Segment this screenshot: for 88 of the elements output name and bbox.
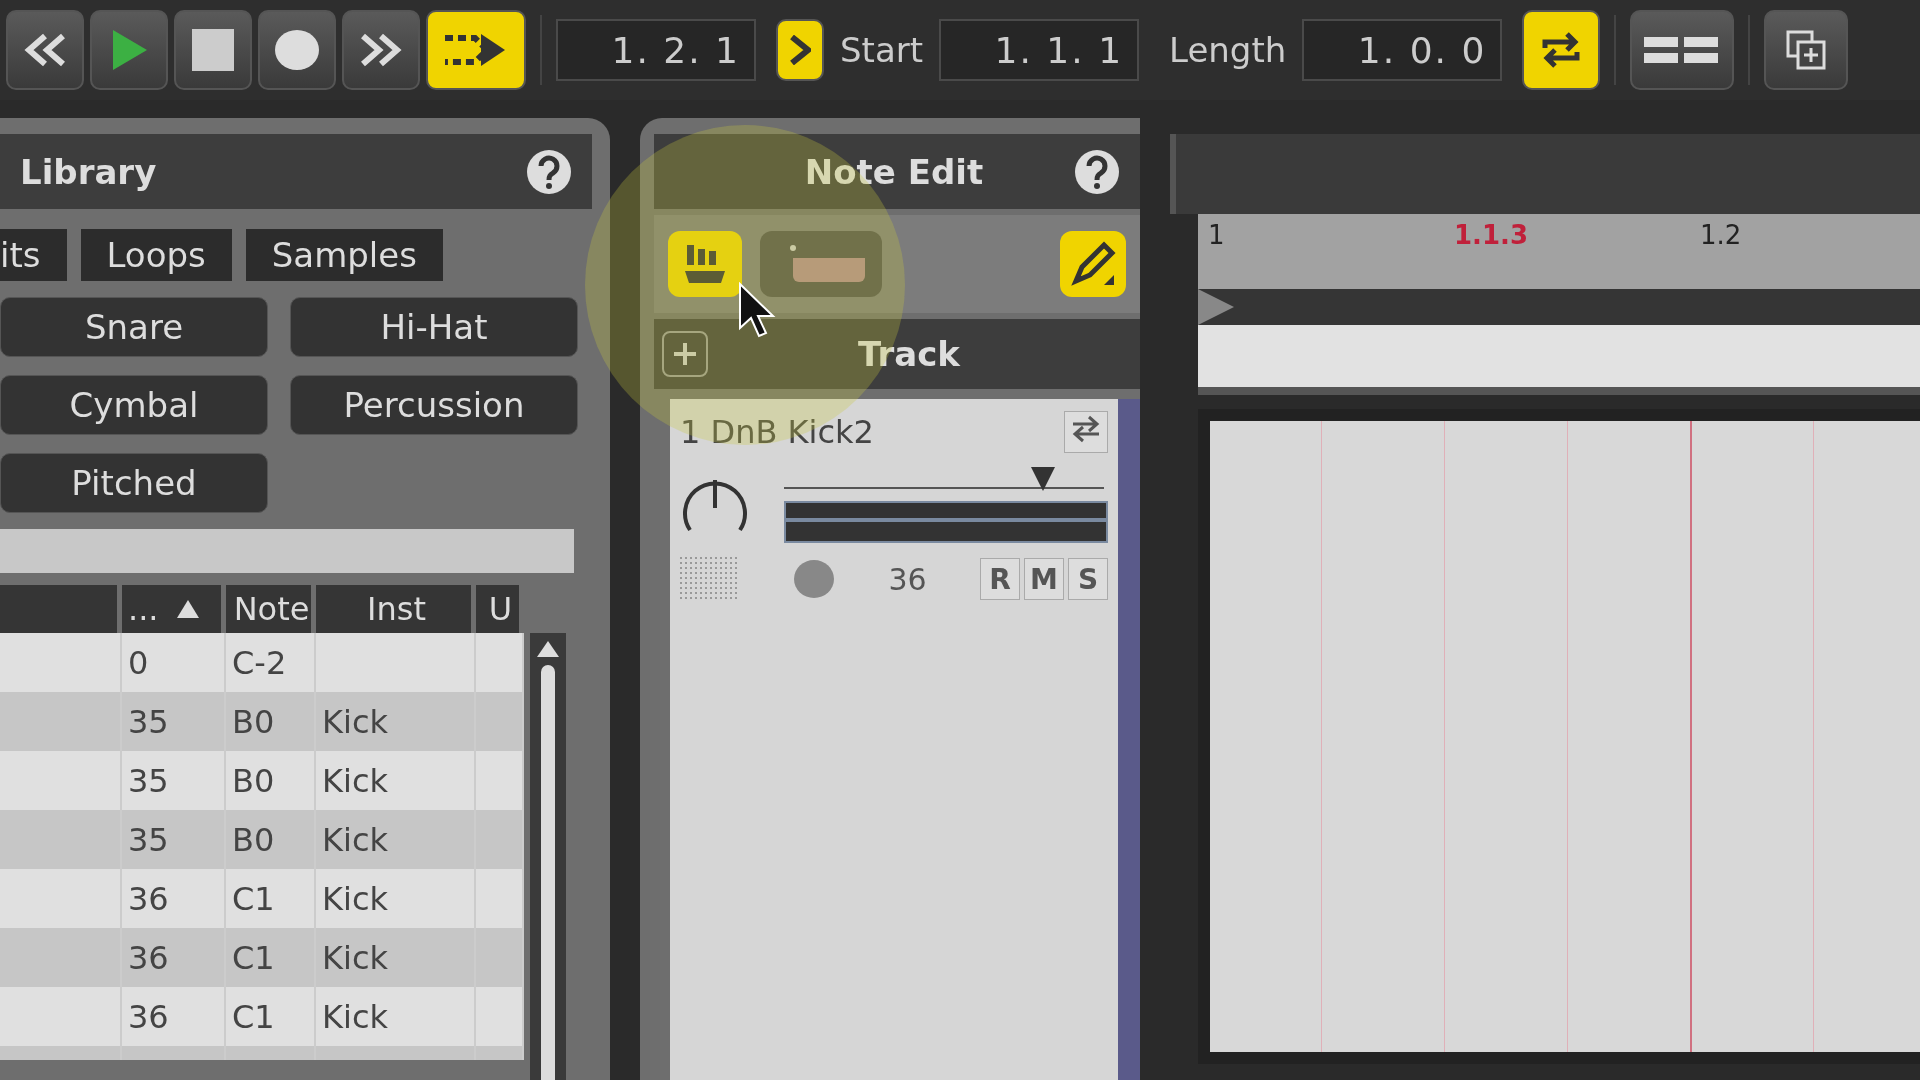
table-cell: B0 <box>226 810 316 869</box>
track-toggle-button[interactable]: R <box>980 558 1020 600</box>
library-tab[interactable]: Loops <box>80 229 232 281</box>
marker-lane[interactable] <box>1198 325 1920 395</box>
add-window-icon <box>1786 30 1827 70</box>
position-field[interactable]: 1. 2. 1 <box>556 19 756 81</box>
pencil-tool-button[interactable] <box>1060 231 1126 297</box>
loop-bar[interactable] <box>1198 289 1920 325</box>
loop-button[interactable] <box>1522 10 1601 90</box>
drum-pads-icon <box>683 243 727 285</box>
note-number: 36 <box>888 561 927 597</box>
follow-button[interactable] <box>426 10 526 90</box>
table-cell <box>476 751 524 810</box>
table-cell: 36 <box>122 928 226 987</box>
volume-slider[interactable] <box>784 467 1104 489</box>
category-button[interactable]: Hi-Hat <box>290 297 578 357</box>
table-cell <box>476 928 524 987</box>
note-edit-title: Note Edit <box>804 151 984 192</box>
ruler-label: 1.1.3 <box>1454 220 1529 250</box>
length-field[interactable]: 1. 0. 0 <box>1302 19 1503 81</box>
stop-button[interactable] <box>174 10 252 90</box>
table-cell: B0 <box>226 751 316 810</box>
start-field[interactable]: 1. 1. 1 <box>939 19 1140 81</box>
table-cell: Kick <box>316 928 476 987</box>
table-cell <box>476 810 524 869</box>
record-button[interactable] <box>258 10 336 90</box>
ruler-label: 1 <box>1208 220 1225 250</box>
track-name: 1 DnB Kick2 <box>680 413 874 451</box>
table-cell: 35 <box>122 751 226 810</box>
track-toggle-button[interactable]: S <box>1068 558 1108 600</box>
table-cell: C1 <box>226 869 316 928</box>
cursor-icon <box>738 282 776 338</box>
table-cell: Kick <box>316 810 476 869</box>
add-track-button[interactable] <box>662 331 708 377</box>
swap-icon <box>1071 413 1101 444</box>
table-cell: C1 <box>226 987 316 1046</box>
stop-icon <box>192 29 234 71</box>
pencil-icon <box>1070 241 1116 287</box>
table-cell: 35 <box>122 692 226 751</box>
fast-forward-icon <box>359 32 403 68</box>
category-button[interactable]: Snare <box>0 297 268 357</box>
table-cell <box>476 692 524 751</box>
timeline-ruler[interactable]: 1 1.1.3 1.2 <box>1198 214 1920 289</box>
help-icon[interactable] <box>1074 148 1120 195</box>
table-cell: 35 <box>122 810 226 869</box>
scrollbar[interactable] <box>530 633 566 1080</box>
help-icon[interactable] <box>526 148 572 195</box>
scroll-up-icon <box>537 641 559 657</box>
table-cell: Kick <box>316 987 476 1046</box>
table-cell: B0 <box>226 692 316 751</box>
length-label: Length <box>1169 30 1287 70</box>
table-cell: Kick <box>316 751 476 810</box>
table-cell: 36 <box>122 987 226 1046</box>
table-cell: Kick <box>316 869 476 928</box>
track-toggle-button[interactable]: M <box>1024 558 1064 600</box>
ruler-label: 1.2 <box>1700 220 1742 250</box>
table-cell <box>476 869 524 928</box>
record-icon <box>274 29 320 71</box>
forward-button[interactable] <box>342 10 420 90</box>
library-tab[interactable]: Samples <box>245 229 443 281</box>
go-to-button[interactable] <box>776 19 824 81</box>
search-field[interactable] <box>0 529 574 573</box>
library-tab[interactable]: its <box>0 229 67 281</box>
table-cell: C1 <box>226 928 316 987</box>
clip-tool-button[interactable] <box>760 231 882 297</box>
track-header-title: Track <box>858 334 960 374</box>
mixer-button[interactable] <box>1630 10 1735 90</box>
plus-icon <box>672 341 698 367</box>
play-button[interactable] <box>90 10 168 90</box>
table-cell: C-2 <box>226 633 316 692</box>
swap-button[interactable] <box>1064 411 1108 453</box>
table-cell <box>476 987 524 1046</box>
category-button[interactable]: Cymbal <box>0 375 268 435</box>
table-cell: 0 <box>122 633 226 692</box>
drum-grid-tool-button[interactable] <box>668 231 742 297</box>
note-grid[interactable] <box>1198 409 1920 1064</box>
category-button[interactable]: Pitched <box>0 453 268 513</box>
volume-slider-thumb[interactable] <box>1031 467 1056 491</box>
rewind-button[interactable] <box>6 10 84 90</box>
table-cell: 36 <box>122 869 226 928</box>
category-button[interactable]: Percussion <box>290 375 578 435</box>
add-window-button[interactable] <box>1764 10 1849 90</box>
table-cell <box>476 1046 524 1060</box>
library-title: Library <box>20 151 157 192</box>
table-cell: Kick <box>316 692 476 751</box>
start-label: Start <box>840 30 924 70</box>
table-cell <box>476 633 524 692</box>
rewind-icon <box>23 32 67 68</box>
